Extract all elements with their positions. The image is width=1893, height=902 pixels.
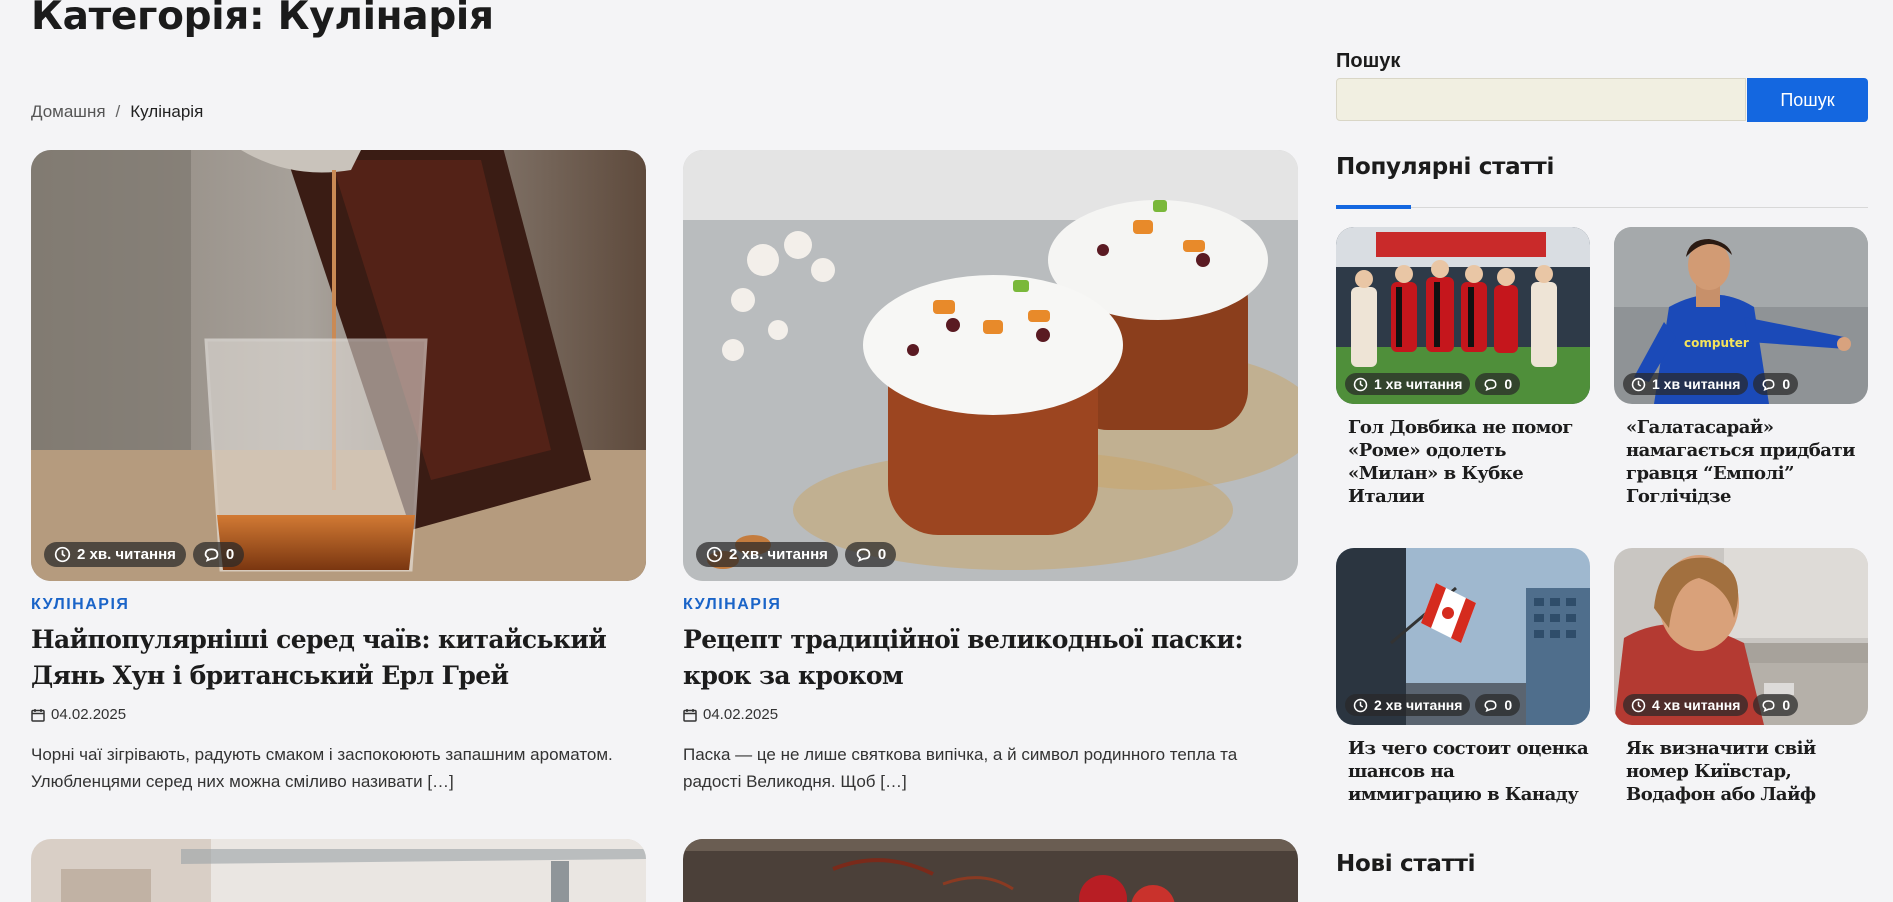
read-time-text: 4 хв читання [1652, 697, 1741, 713]
popular-article-thumbnail[interactable]: 1 хв читання 0 [1336, 227, 1590, 404]
read-time-badge: 1 хв читання [1623, 373, 1749, 395]
post-thumbnail[interactable]: 2 хв. читання 0 [31, 150, 646, 581]
popular-article: 2 хв читання 0 Из чего состоит оценка ша… [1336, 548, 1590, 806]
clock-icon [1631, 698, 1646, 712]
post-card: 2 хв. читання 0 КУЛІНАРІЯ Рецепт традиці… [683, 150, 1298, 795]
popular-article-thumbnail[interactable]: computer 1 хв читання 0 [1614, 227, 1868, 404]
popular-article-title-link[interactable]: Из чего состоит оценка шансов на иммигра… [1348, 737, 1590, 806]
breadcrumb-current: Кулінарія [130, 102, 204, 121]
comment-count: 0 [877, 546, 887, 563]
comment-count: 0 [1782, 376, 1791, 392]
comment-count-badge[interactable]: 0 [1475, 373, 1521, 395]
calendar-icon [683, 708, 697, 722]
post-date-text: 04.02.2025 [51, 706, 127, 723]
heading-divider [1336, 207, 1868, 208]
popular-article-thumbnail[interactable]: 4 хв читання 0 [1614, 548, 1868, 725]
comment-count-badge[interactable]: 0 [844, 542, 897, 567]
page-title: Категорія: Кулінарія [31, 0, 494, 39]
post-card [683, 839, 1298, 902]
popular-article-thumbnail[interactable]: 2 хв читання 0 [1336, 548, 1590, 725]
post-meta: 2 хв. читання 0 [696, 542, 897, 567]
comment-count: 0 [1782, 697, 1791, 713]
popular-article: 4 хв читання 0 Як визначити свій номер К… [1614, 548, 1868, 806]
comment-icon [204, 548, 219, 562]
search-label: Пошук [1336, 50, 1401, 72]
new-articles-heading: Нові статті [1336, 851, 1476, 877]
search-button[interactable]: Пошук [1747, 78, 1868, 122]
comment-icon [1484, 699, 1497, 712]
post-excerpt: Чорні чаї зігрівають, радують смаком і з… [31, 745, 613, 791]
comment-icon [1762, 699, 1775, 712]
read-time-text: 1 хв читання [1374, 376, 1463, 392]
comment-count: 0 [1504, 697, 1513, 713]
popular-article: 1 хв читання 0 Гол Довбика не помог «Ром… [1336, 227, 1590, 508]
read-time-badge: 1 хв читання [1345, 373, 1471, 395]
post-card [31, 839, 646, 902]
popular-article-title-link[interactable]: Гол Довбика не помог «Роме» одолеть «Мил… [1348, 416, 1590, 508]
breadcrumb-separator: / [115, 102, 121, 121]
comment-icon [856, 548, 871, 562]
clock-icon [1353, 377, 1368, 391]
search-input[interactable] [1336, 78, 1746, 121]
popular-articles-heading: Популярні статті [1336, 154, 1555, 180]
comment-count-badge[interactable]: 0 [192, 542, 245, 567]
breadcrumb-home-link[interactable]: Домашня [31, 102, 106, 121]
post-excerpt: Паска — це не лише святкова випічка, а й… [683, 745, 1238, 791]
popular-article-meta: 4 хв читання 0 [1623, 694, 1799, 716]
popular-article-meta: 1 хв читання 0 [1345, 373, 1521, 395]
read-time-badge: 4 хв читання [1623, 694, 1749, 716]
comment-icon [1484, 378, 1497, 391]
comment-count-badge[interactable]: 0 [1753, 694, 1799, 716]
read-time-text: 1 хв читання [1652, 376, 1741, 392]
read-time-text: 2 хв читання [1374, 697, 1463, 713]
comment-count-badge[interactable]: 0 [1475, 694, 1521, 716]
post-title-link[interactable]: Найпопулярніші серед чаїв: китайський Дя… [31, 622, 646, 694]
popular-article-title-link[interactable]: Як визначити свій номер Київстар, Водафо… [1626, 737, 1868, 806]
clock-icon [54, 546, 71, 563]
clock-icon [1353, 698, 1368, 712]
post-category-link[interactable]: КУЛІНАРІЯ [31, 596, 646, 614]
read-time-badge: 2 хв читання [1345, 694, 1471, 716]
comment-count: 0 [1504, 376, 1513, 392]
popular-article: computer 1 хв читання 0 «Галатасарай» на… [1614, 227, 1868, 508]
post-title-link[interactable]: Рецепт традиційної великодньої паски: кр… [683, 622, 1298, 694]
read-time-text: 2 хв. читання [729, 546, 828, 563]
calendar-icon [31, 708, 45, 722]
breadcrumb: Домашня / Кулінарія [31, 102, 203, 122]
read-time-badge: 2 хв. читання [44, 542, 186, 567]
svg-text:computer: computer [1684, 336, 1749, 350]
post-category-link[interactable]: КУЛІНАРІЯ [683, 596, 1298, 614]
popular-article-meta: 1 хв читання 0 [1623, 373, 1799, 395]
post-meta: 2 хв. читання 0 [44, 542, 245, 567]
post-date: 04.02.2025 [31, 706, 646, 723]
post-thumbnail[interactable] [683, 839, 1298, 902]
popular-article-title-link[interactable]: «Галатасарай» намагається придбати гравц… [1626, 416, 1868, 508]
post-thumbnail[interactable] [31, 839, 646, 902]
clock-icon [1631, 377, 1646, 391]
post-thumbnail[interactable]: 2 хв. читання 0 [683, 150, 1298, 581]
clock-icon [706, 546, 723, 563]
post-date-text: 04.02.2025 [703, 706, 779, 723]
read-time-badge: 2 хв. читання [696, 542, 838, 567]
read-time-text: 2 хв. читання [77, 546, 176, 563]
popular-article-meta: 2 хв читання 0 [1345, 694, 1521, 716]
comment-count: 0 [225, 546, 235, 563]
post-card: 2 хв. читання 0 КУЛІНАРІЯ Найпопулярніші… [31, 150, 646, 795]
heading-accent-bar [1336, 205, 1411, 209]
post-date: 04.02.2025 [683, 706, 1298, 723]
comment-icon [1762, 378, 1775, 391]
comment-count-badge[interactable]: 0 [1753, 373, 1799, 395]
